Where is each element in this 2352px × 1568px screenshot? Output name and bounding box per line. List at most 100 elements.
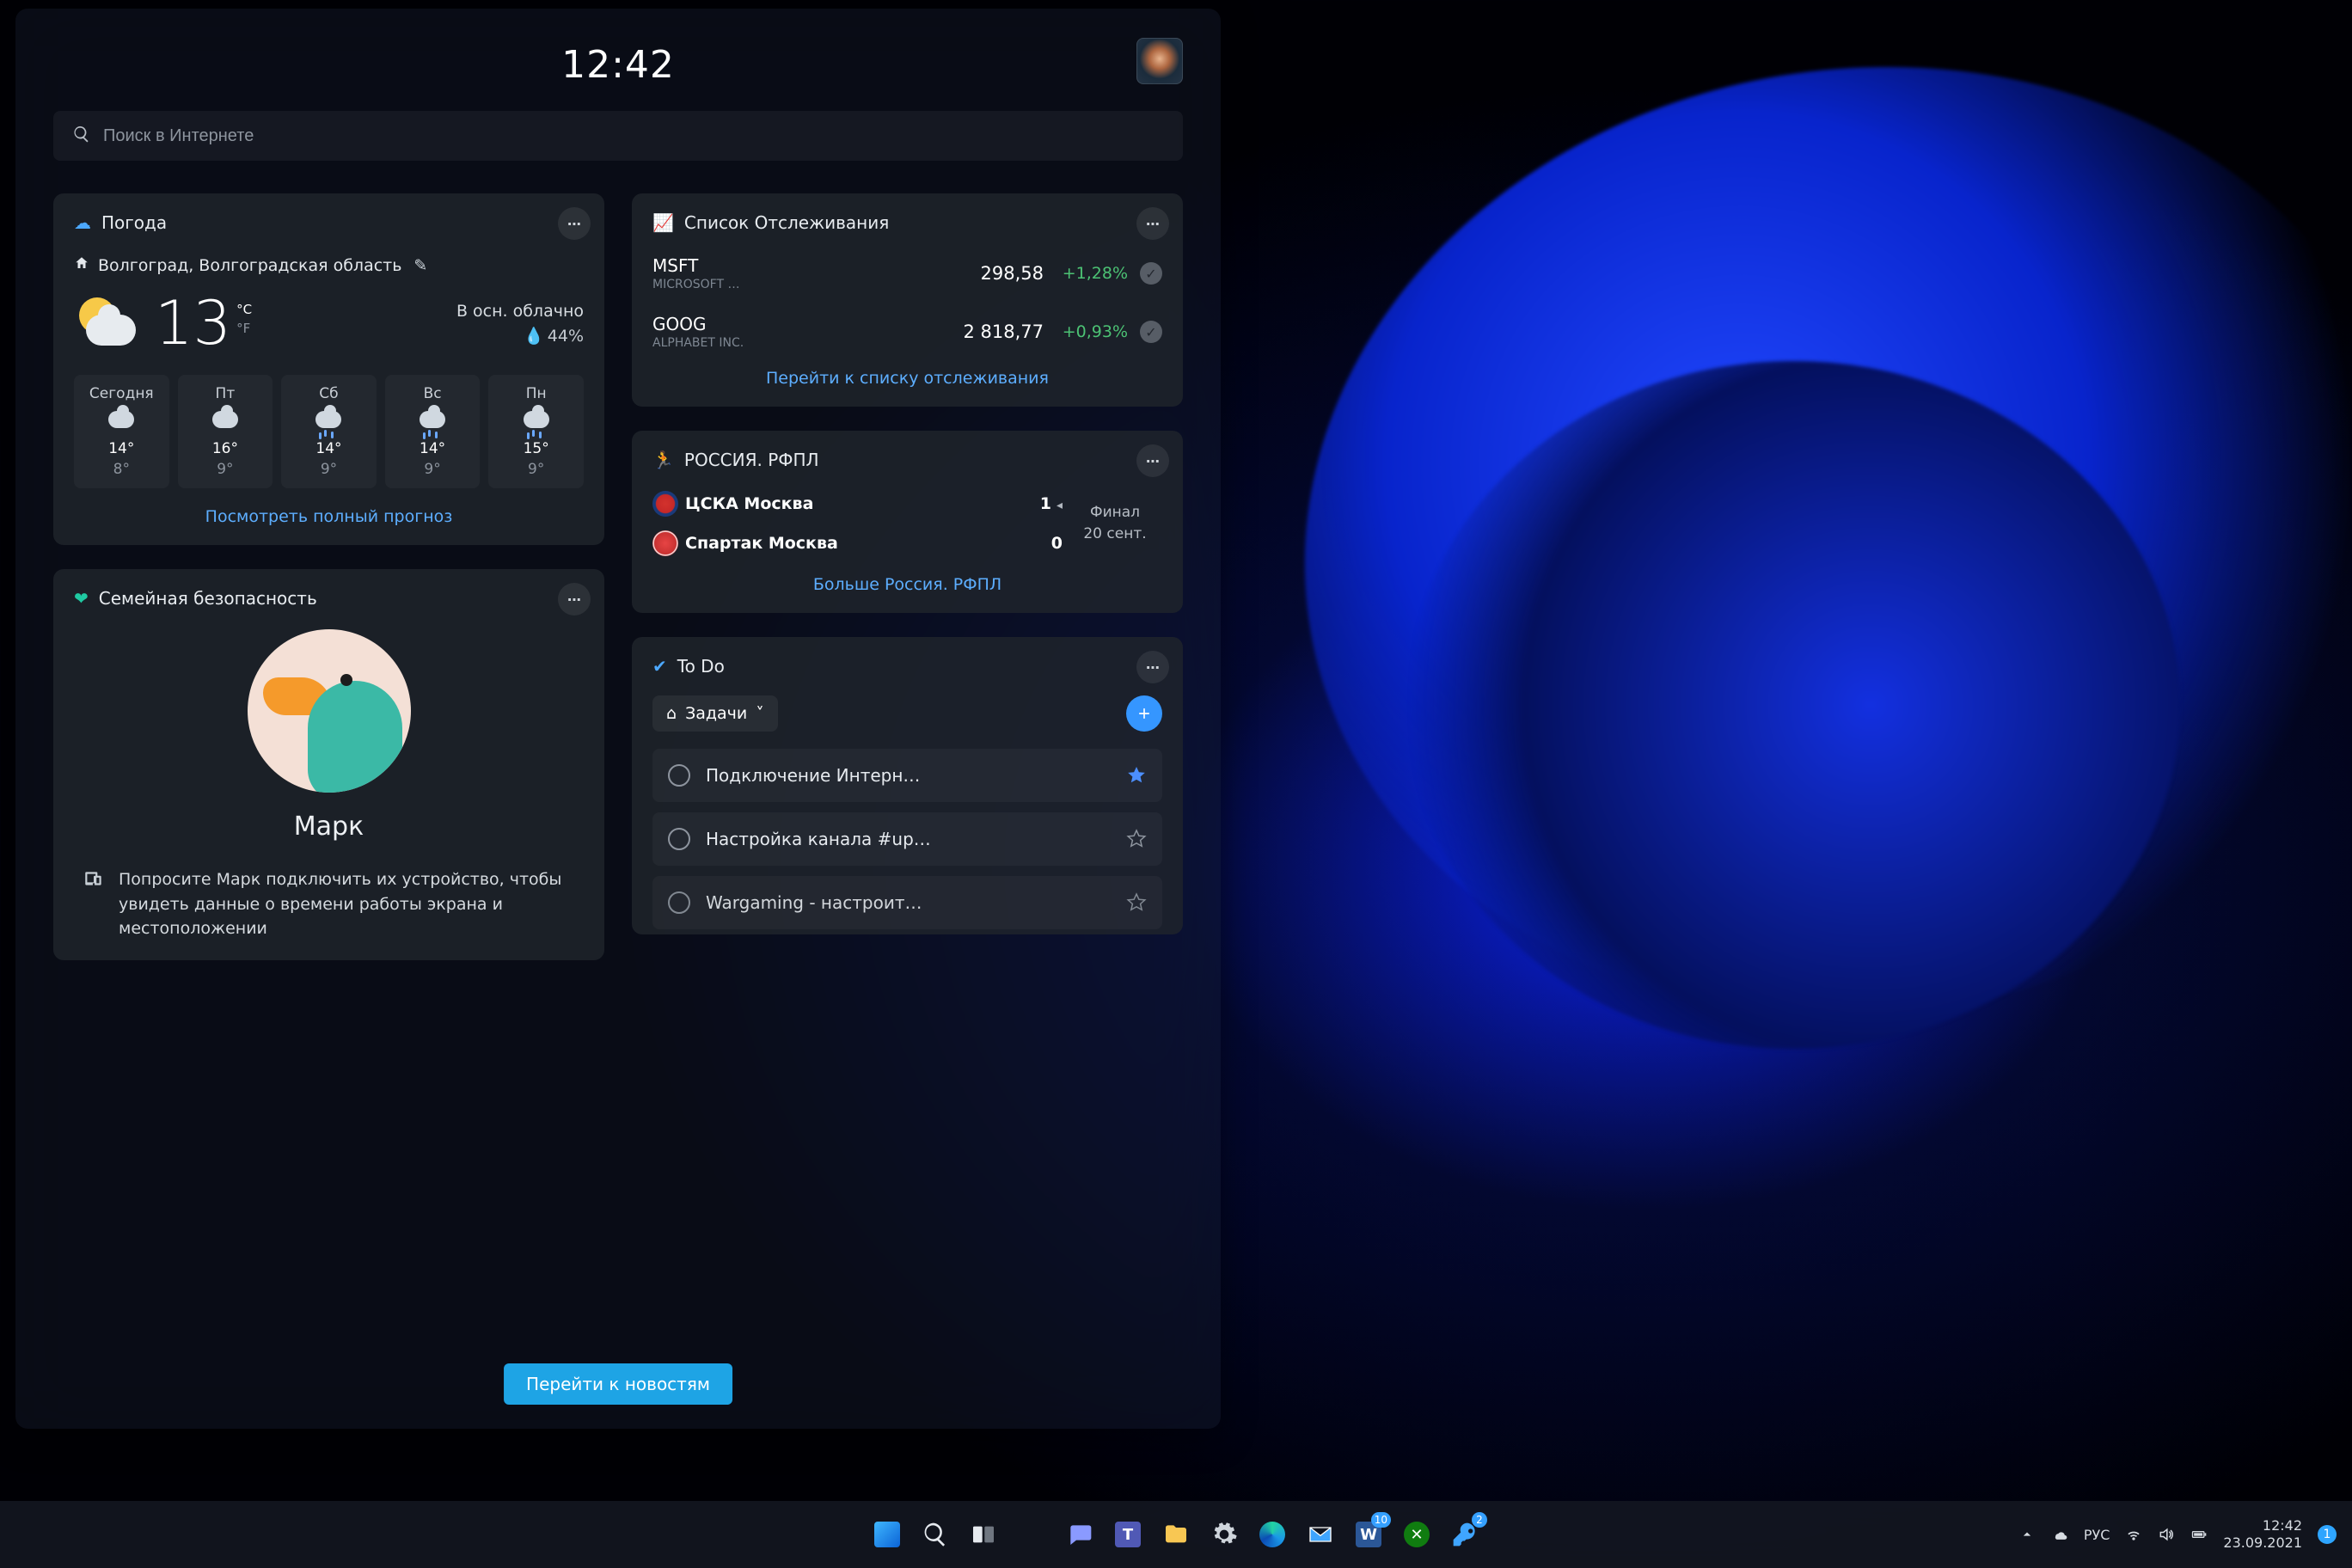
go-to-news-button[interactable]: Перейти к новостям [504, 1363, 732, 1405]
battery-icon[interactable] [2190, 1526, 2208, 1543]
unit-celsius[interactable]: °C [236, 302, 252, 317]
settings-button[interactable] [1204, 1514, 1245, 1555]
team-name: ЦСКА Москва [685, 494, 1033, 513]
task-text: Настройка канала #up… [706, 829, 1111, 849]
family-member-name: Марк [294, 812, 364, 842]
chat-button[interactable] [1059, 1514, 1100, 1555]
mail-button[interactable] [1300, 1514, 1341, 1555]
forecast-lo: 9° [181, 461, 270, 478]
weather-current: 13 °C °F В осн. облачно 💧44% [74, 292, 584, 354]
taskbar-badge: 10 [1371, 1512, 1391, 1528]
stock-symbol: MSFT [652, 255, 969, 276]
stocks-icon: 📈 [652, 212, 674, 233]
wifi-icon[interactable] [2125, 1526, 2142, 1543]
todo-list-selector[interactable]: ⌂ Задачи ˅ [652, 695, 778, 732]
team-score: 1 [1033, 494, 1068, 513]
widget-more-button[interactable]: ⋯ [1136, 651, 1169, 683]
sports-link[interactable]: Больше Россия. РФПЛ [652, 575, 1162, 594]
taskbar-search-button[interactable] [915, 1514, 956, 1555]
todo-task[interactable]: Настройка канала #up… [652, 812, 1162, 866]
stock-row[interactable]: GOOG ALPHABET INC. 2 818,77 +0,93% ✓ [652, 314, 1162, 350]
stock-company: ALPHABET INC. [652, 336, 951, 350]
team-logo-icon [652, 530, 678, 556]
forecast-hi: 15° [492, 440, 580, 457]
forecast-lo: 8° [77, 461, 166, 478]
user-avatar[interactable] [1136, 38, 1183, 84]
task-view-button[interactable] [963, 1514, 1004, 1555]
team-score: 0 [1033, 534, 1068, 553]
family-member-avatar[interactable] [248, 629, 411, 793]
todo-filter-label: Задачи [685, 704, 747, 723]
team-name: Спартак Москва [685, 534, 1033, 553]
taskbar-time: 12:42 [2223, 1517, 2302, 1534]
file-explorer-button[interactable] [1155, 1514, 1197, 1555]
task-checkbox[interactable] [668, 828, 690, 850]
tray-overflow-button[interactable] [2018, 1526, 2036, 1543]
widget-more-button[interactable]: ⋯ [558, 583, 591, 616]
match-status: Финал 20 сент. [1068, 502, 1162, 546]
forecast-day[interactable]: Вс 14° 9° [385, 375, 481, 488]
check-icon: ✓ [1140, 321, 1162, 343]
notifications-button[interactable]: 1 [2318, 1525, 2337, 1544]
todo-icon: ✔ [652, 656, 667, 677]
stock-row[interactable]: MSFT MICROSOFT … 298,58 +1,28% ✓ [652, 255, 1162, 291]
edge-button[interactable] [1252, 1514, 1293, 1555]
edit-icon[interactable]: ✎ [413, 256, 427, 275]
widgets-header: 12:42 [53, 43, 1183, 87]
weather-current-icon [74, 292, 136, 354]
taskbar: T W 10 ✕ 2 РУС 12:4 [0, 1501, 2352, 1568]
unit-fahrenheit[interactable]: °F [236, 321, 252, 336]
devices-icon [83, 867, 105, 941]
family-safety-widget: ❤ Семейная безопасность ⋯ Марк Попросите… [53, 569, 604, 960]
star-outline-icon[interactable] [1126, 892, 1147, 913]
forecast-day-name: Пт [181, 385, 270, 402]
teams-button[interactable]: T [1107, 1514, 1148, 1555]
search-input[interactable] [103, 126, 1164, 146]
task-checkbox[interactable] [668, 891, 690, 914]
sports-title: РОССИЯ. РФПЛ [684, 450, 819, 470]
onedrive-icon[interactable] [2051, 1526, 2068, 1543]
weather-forecast: Сегодня 14° 8° Пт 16° 9° Сб 14° [74, 375, 584, 488]
weather-location[interactable]: Волгоград, Волгоградская область ✎ [74, 255, 584, 275]
taskbar-clock[interactable]: 12:42 23.09.2021 [2223, 1517, 2302, 1552]
watchlist-link[interactable]: Перейти к списку отслеживания [652, 369, 1162, 388]
taskbar-badge: 2 [1472, 1512, 1487, 1528]
todo-widget: ✔ To Do ⋯ ⌂ Задачи ˅ [632, 637, 1183, 934]
sports-widget: 🏃 РОССИЯ. РФПЛ ⋯ ЦСКА Москва 1 Финал 20 … [632, 431, 1183, 613]
todo-task[interactable]: Подключение Интерн… [652, 749, 1162, 802]
weather-link[interactable]: Посмотреть полный прогноз [74, 507, 584, 526]
sports-match[interactable]: ЦСКА Москва 1 Финал 20 сент. Спартак Мос… [652, 491, 1162, 556]
web-search-box[interactable] [53, 111, 1183, 161]
language-indicator[interactable]: РУС [2084, 1527, 2110, 1543]
start-button[interactable] [867, 1514, 908, 1555]
task-checkbox[interactable] [668, 764, 690, 787]
widget-more-button[interactable]: ⋯ [1136, 444, 1169, 477]
xbox-button[interactable]: ✕ [1396, 1514, 1437, 1555]
stock-price: 2 818,77 [963, 322, 1044, 342]
forecast-day-name: Сб [285, 385, 373, 402]
widget-more-button[interactable]: ⋯ [558, 207, 591, 240]
todo-task[interactable]: Wargaming - настроит… [652, 876, 1162, 929]
volume-icon[interactable] [2158, 1526, 2175, 1543]
taskbar-systray: РУС 12:42 23.09.2021 1 [2018, 1517, 2352, 1552]
weather-humidity: 💧44% [456, 326, 584, 346]
taskbar-date: 23.09.2021 [2223, 1534, 2302, 1552]
widgets-taskbar-button[interactable] [1011, 1514, 1052, 1555]
forecast-day[interactable]: Пн 15° 9° [488, 375, 584, 488]
word-button[interactable]: W 10 [1348, 1514, 1389, 1555]
widget-more-button[interactable]: ⋯ [1136, 207, 1169, 240]
forecast-day[interactable]: Пт 16° 9° [178, 375, 273, 488]
security-key-button[interactable]: 2 [1444, 1514, 1485, 1555]
star-outline-icon[interactable] [1126, 829, 1147, 849]
todo-title: To Do [677, 656, 725, 677]
forecast-lo: 9° [285, 461, 373, 478]
widgets-clock: 12:42 [561, 43, 675, 87]
stock-change: +0,93% [1056, 322, 1128, 341]
add-task-button[interactable] [1126, 695, 1162, 732]
star-icon[interactable] [1126, 765, 1147, 786]
forecast-day[interactable]: Сб 14° 9° [281, 375, 377, 488]
forecast-day[interactable]: Сегодня 14° 8° [74, 375, 169, 488]
stock-symbol: GOOG [652, 314, 951, 334]
watchlist-title: Список Отслеживания [684, 212, 889, 233]
forecast-hi: 16° [181, 440, 270, 457]
